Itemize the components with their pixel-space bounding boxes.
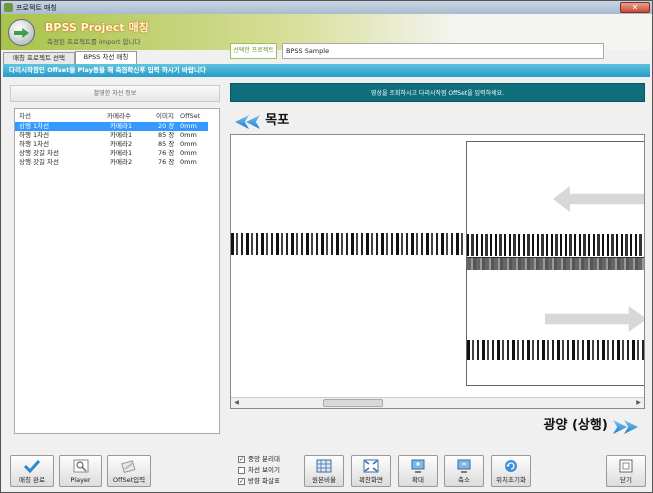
scroll-right-button[interactable]: ▶ [634,399,643,407]
checkmark-icon [24,459,40,473]
app-window: 프로젝트 매칭 ✕ BPSS Project 매칭 측정된 프로젝트를 impo… [0,0,653,493]
player-button[interactable]: Player [59,455,102,487]
tab-select-project[interactable]: 매칭 프로젝트 선택 [3,52,75,64]
tab-lane-matching[interactable]: BPSS 차선 매칭 [75,51,137,64]
match-done-button[interactable]: 매칭 완료 [10,455,54,487]
table-row[interactable]: 하행 1차선 카메라2 85 장 0mm [15,140,219,149]
horizontal-scrollbar[interactable]: ◀ ▶ [231,397,644,408]
checkbox-checked-icon: ✓ [238,455,245,463]
lane-image-strip [231,233,466,255]
offset-input-button[interactable]: OffSet입력 [107,455,151,487]
app-icon [4,3,13,12]
reset-position-button[interactable]: 위치초기화 [491,455,531,487]
table-row[interactable]: 상행 갓길 차선 카메라1 76 장 0mm [15,149,219,158]
scroll-left-button[interactable]: ◀ [232,399,241,407]
double-left-arrow-icon [235,115,263,129]
direction-bottom: 광양 (상행) [543,414,638,434]
window-title: 프로젝트 매칭 [16,4,57,12]
zoom-out-icon [457,459,471,473]
col-lane: 차선 [19,112,31,120]
direction-arrow-left-icon [553,186,644,212]
lane-image-strip [467,234,644,256]
exit-icon [619,459,633,473]
import-logo-icon [8,19,35,46]
direction-top: 목포 [235,109,290,129]
col-camera: 카메라수 [107,112,131,120]
grid-icon [316,459,332,473]
selected-project-field[interactable]: BPSS Sample [282,43,604,59]
lane-image-strip [467,340,644,360]
double-right-arrow-icon [610,420,638,434]
direction-arrow-checkbox[interactable]: ✓ 방향 화살표 [238,477,280,486]
header-banner: BPSS Project 매칭 측정된 프로젝트를 import 합니다 선택한… [1,14,652,59]
table-row[interactable]: 상행 1차선 카메라1 20 장 0mm [15,122,208,131]
offset-tool-icon [121,460,136,473]
table-row[interactable]: 상행 갓길 차선 카메라2 76 장 0mm [15,158,219,167]
direction-arrow-right-icon [545,306,644,332]
header-title: BPSS Project 매칭 [45,21,149,34]
direction-top-label: 목포 [265,113,290,128]
zoom-in-icon [411,459,425,473]
median-strip [467,257,644,270]
lane-list-header: 차선 카메라수 이미지 OffSet [15,112,219,121]
instruction-bar: 영상을 조회하시고 다리시작점 OffSet을 입력하세요. [230,83,645,102]
col-offset: OffSet [180,112,201,120]
lane-list[interactable]: 차선 카메라수 이미지 OffSet 상행 1차선 카메라1 20 장 0mm … [14,108,220,434]
zoom-in-button[interactable]: 확대 [398,455,438,487]
col-images: 이미지 [156,112,174,120]
table-row[interactable]: 하행 1차선 카메라1 85 장 0mm [15,131,219,140]
expand-icon [363,459,379,473]
checkbox-checked-icon: ✓ [238,477,245,485]
image-viewer[interactable]: ◀ ▶ [230,134,645,409]
median-checkbox[interactable]: ✓ 중앙 분리대 [238,455,280,464]
zoom-out-button[interactable]: 축소 [444,455,484,487]
scroll-thumb[interactable] [323,399,383,407]
close-button[interactable]: 닫기 [606,455,646,487]
magnifier-icon [73,459,88,473]
checkbox-unchecked-icon [238,466,245,474]
lane-info-header: 촬영한 차선 정보 [10,85,220,102]
viewport-frame[interactable] [466,141,644,386]
original-ratio-button[interactable]: 원본비율 [304,455,344,487]
direction-bottom-label: 광양 (상행) [543,418,608,433]
show-lanes-checkbox[interactable]: 차선 보이기 [238,466,280,475]
info-bar: 다리시작점인 Offset을 Play등을 해 측점확신후 입력 하시기 바랍니… [3,64,650,77]
close-window-button[interactable]: ✕ [620,2,650,13]
selected-project-label: 선택한 프로젝트 [230,43,277,59]
title-bar: 프로젝트 매칭 ✕ [1,1,652,14]
full-screen-button[interactable]: 꽉찬화면 [351,455,391,487]
refresh-icon [505,460,517,472]
header-subtitle: 측정된 프로젝트를 import 합니다 [47,38,141,46]
